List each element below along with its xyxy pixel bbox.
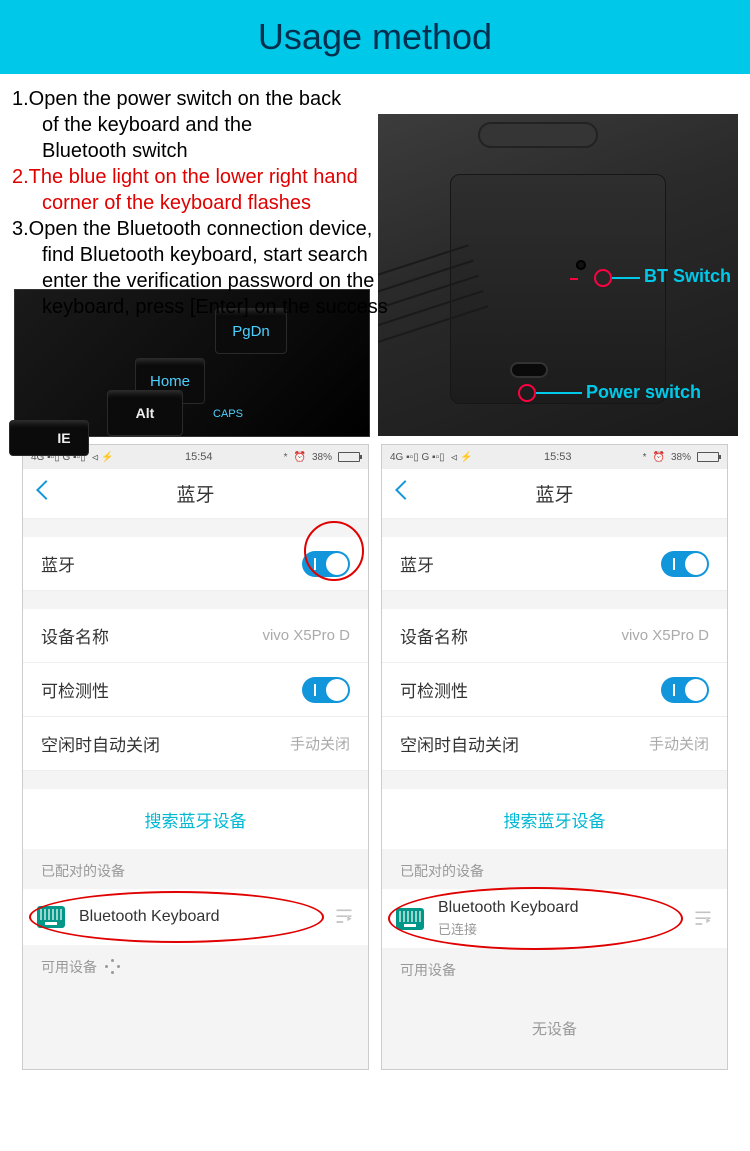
paired-device-name: Bluetooth Keyboard: [438, 899, 693, 917]
bluetooth-toggle[interactable]: [661, 551, 709, 577]
paired-device-status: 已连接: [438, 919, 693, 938]
navbar: 蓝牙: [23, 469, 368, 519]
phone-right: 4G ▪▫▯ G ▪▫▯ ⏿ ⚡ 15:53 * ⏰ 38% 蓝牙 蓝牙 设备名…: [381, 444, 728, 1070]
search-devices-label: 搜索蓝牙设备: [145, 807, 247, 832]
status-bar: 4G ▪▫▯ G ▪▫▯ ⏿ ⚡ 15:53 * ⏰ 38%: [382, 445, 727, 469]
phone-left: 4G ▪▫▯ G ▪▫▯ ⏿ ⚡ 15:54 * ⏰ 38% 蓝牙 蓝牙 设备名…: [22, 444, 369, 1070]
power-switch-marker-icon: [518, 384, 536, 402]
bluetooth-toggle[interactable]: [302, 551, 350, 577]
top-section: 1.Open the power switch on the back of t…: [0, 74, 750, 444]
usb-icon: ⏿ ⚡: [92, 452, 114, 463]
power-switch-slot: [510, 362, 548, 378]
status-time: 15:54: [185, 451, 213, 463]
step3-line2: find Bluetooth keyboard, start search: [12, 242, 750, 268]
power-leader-line: [536, 392, 582, 394]
key-ie: IE: [9, 420, 89, 456]
settings-icon[interactable]: [334, 907, 354, 927]
idle-close-row[interactable]: 空闲时自动关闭 手动关闭: [382, 717, 727, 771]
navbar: 蓝牙: [382, 469, 727, 519]
step1-line2: of the keyboard and the: [12, 112, 750, 138]
bluetooth-master-row[interactable]: 蓝牙: [23, 537, 368, 591]
nav-title: 蓝牙: [176, 480, 214, 507]
paired-section-text: 已配对的设备: [400, 861, 484, 881]
battery-icon: [697, 452, 719, 462]
battery-icon: [338, 452, 360, 462]
discoverable-toggle[interactable]: [302, 677, 350, 703]
search-devices-button[interactable]: 搜索蓝牙设备: [382, 789, 727, 849]
available-section-text: 可用设备: [41, 957, 97, 977]
battery-pct: 38%: [671, 452, 691, 463]
idle-close-label: 空闲时自动关闭: [400, 731, 519, 756]
page-title: Usage method: [258, 16, 492, 58]
paired-device-row[interactable]: Bluetooth Keyboard 已连接: [382, 889, 727, 948]
device-name-row[interactable]: 设备名称 vivo X5Pro D: [382, 609, 727, 663]
network-indicator: 4G ▪▫▯ G ▪▫▯: [390, 452, 445, 463]
power-switch-label: Power switch: [586, 382, 701, 403]
caps-indicator: CAPS: [213, 408, 243, 420]
paired-section-text: 已配对的设备: [41, 861, 125, 881]
bluetooth-label: 蓝牙: [41, 551, 75, 576]
device-name-value: vivo X5Pro D: [621, 627, 709, 644]
idle-close-row[interactable]: 空闲时自动关闭 手动关闭: [23, 717, 368, 771]
discoverable-label: 可检测性: [400, 677, 468, 702]
header-band: Usage method: [0, 0, 750, 74]
idle-close-value: 手动关闭: [649, 733, 709, 754]
alarm-icon: ⏰: [653, 452, 665, 463]
step3-line1: 3.Open the Bluetooth connection device,: [12, 216, 750, 242]
device-name-row[interactable]: 设备名称 vivo X5Pro D: [23, 609, 368, 663]
nav-title: 蓝牙: [535, 480, 573, 507]
available-section-text: 可用设备: [400, 960, 456, 980]
search-devices-button[interactable]: 搜索蓝牙设备: [23, 789, 368, 849]
phone-screenshots-row: 4G ▪▫▯ G ▪▫▯ ⏿ ⚡ 15:54 * ⏰ 38% 蓝牙 蓝牙 设备名…: [0, 444, 750, 1092]
back-button-icon[interactable]: [395, 480, 415, 500]
search-devices-label: 搜索蓝牙设备: [504, 807, 606, 832]
bluetooth-master-row[interactable]: 蓝牙: [382, 537, 727, 591]
device-name-label: 设备名称: [400, 623, 468, 648]
device-name-value: vivo X5Pro D: [262, 627, 350, 644]
discoverable-row[interactable]: 可检测性: [382, 663, 727, 717]
alarm-icon: ⏰: [294, 452, 306, 463]
step3-line4: keyboard, press [Enter] on the success: [12, 294, 750, 320]
settings-icon[interactable]: [693, 909, 713, 929]
available-section-label: 可用设备: [382, 948, 727, 988]
key-alt: Alt: [107, 390, 183, 436]
bluetooth-icon: *: [643, 452, 647, 463]
step3-line3: enter the verification password on the: [12, 268, 750, 294]
step2-line1: 2.The blue light on the lower right hand: [12, 164, 750, 190]
paired-section-label: 已配对的设备: [382, 849, 727, 889]
keyboard-icon: [37, 906, 65, 928]
idle-close-label: 空闲时自动关闭: [41, 731, 160, 756]
step2-line2: corner of the keyboard flashes: [12, 190, 750, 216]
paired-section-label: 已配对的设备: [23, 849, 368, 889]
bluetooth-icon: *: [284, 452, 288, 463]
paired-device-row[interactable]: Bluetooth Keyboard: [23, 889, 368, 945]
bluetooth-label: 蓝牙: [400, 551, 434, 576]
step1-line3: Bluetooth switch: [12, 138, 750, 164]
idle-close-value: 手动关闭: [290, 733, 350, 754]
available-section-label: 可用设备: [23, 945, 368, 985]
no-device-text: 无设备: [382, 988, 727, 1069]
instructions-block: 1.Open the power switch on the back of t…: [0, 86, 750, 320]
usb-icon: ⏿ ⚡: [451, 452, 473, 463]
keyboard-icon: [396, 908, 424, 930]
discoverable-row[interactable]: 可检测性: [23, 663, 368, 717]
loading-spinner-icon: [105, 959, 121, 975]
step1-line1: 1.Open the power switch on the back: [12, 86, 750, 112]
battery-pct: 38%: [312, 452, 332, 463]
discoverable-label: 可检测性: [41, 677, 109, 702]
back-button-icon[interactable]: [36, 480, 56, 500]
device-name-label: 设备名称: [41, 623, 109, 648]
status-time: 15:53: [544, 451, 572, 463]
paired-device-name: Bluetooth Keyboard: [79, 908, 334, 926]
discoverable-toggle[interactable]: [661, 677, 709, 703]
